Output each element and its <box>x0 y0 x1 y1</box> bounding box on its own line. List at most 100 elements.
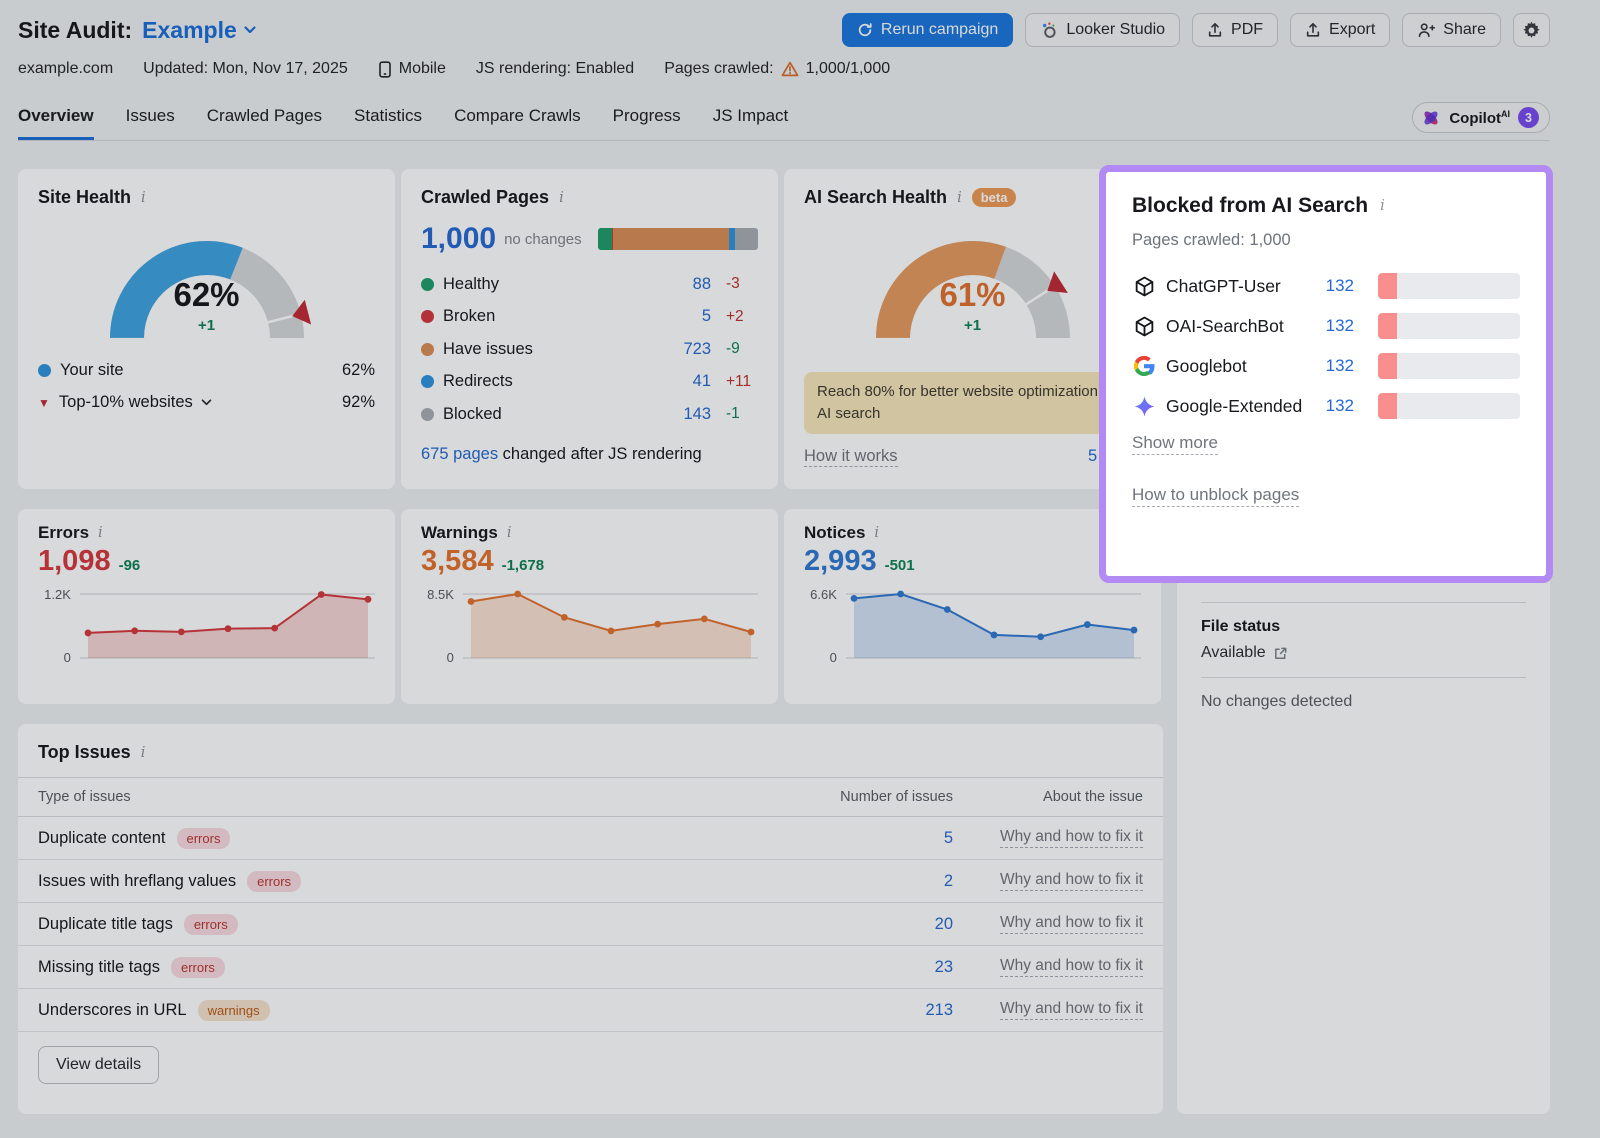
divider <box>1201 677 1526 678</box>
why-how-to-fix-link[interactable]: Why and how to fix it <box>1000 828 1143 848</box>
tab-issues[interactable]: Issues <box>126 102 175 140</box>
view-details-button[interactable]: View details <box>38 1046 159 1084</box>
errors-card: Errorsi1,098-961.2K0 <box>18 509 395 704</box>
legend-value: 92% <box>342 393 375 412</box>
why-how-to-fix-link[interactable]: Why and how to fix it <box>1000 957 1143 977</box>
info-icon[interactable]: i <box>139 745 148 761</box>
looker-studio-button[interactable]: Looker Studio <box>1025 13 1180 47</box>
issue-name: Missing title tags <box>38 958 160 977</box>
blocked-pages-bar <box>1378 313 1520 339</box>
updated-date: Updated: Mon, Nov 17, 2025 <box>143 60 348 78</box>
info-icon[interactable]: i <box>1378 198 1387 214</box>
pages-changed-link[interactable]: 675 pages <box>421 445 498 463</box>
crawled-count-link[interactable]: 723 <box>669 340 711 359</box>
crawled-count-link[interactable]: 41 <box>669 372 711 391</box>
issue-count-link[interactable]: 213 <box>833 1001 953 1020</box>
issue-count-link[interactable]: 2 <box>833 872 953 891</box>
stacked-bar-segment <box>598 228 612 250</box>
info-icon[interactable]: i <box>557 190 566 206</box>
y-axis-zero-label: 0 <box>830 650 837 665</box>
looker-studio-icon <box>1040 21 1058 39</box>
blocked-count-link[interactable]: 132 <box>1326 316 1354 336</box>
blocked-count-link[interactable]: 132 <box>1326 396 1354 416</box>
site-health-delta: +1 <box>87 317 327 334</box>
rerun-campaign-button[interactable]: Rerun campaign <box>842 13 1013 47</box>
blocked-bot-row: OAI-SearchBot132 <box>1132 306 1520 346</box>
info-icon[interactable]: i <box>872 525 881 541</box>
blocked-bot-row: Googlebot132 <box>1132 346 1520 386</box>
top-issue-row: Issues with hreflang valueserrors2Why an… <box>18 860 1163 903</box>
warning-icon <box>781 61 799 77</box>
external-link-icon[interactable] <box>1273 646 1288 661</box>
campaign-meta-row: example.com Updated: Mon, Nov 17, 2025 M… <box>18 58 1550 80</box>
crawled-pages-row: Redirects41+11 <box>421 366 758 399</box>
errors-delta: -96 <box>119 557 141 574</box>
tab-crawled-pages[interactable]: Crawled Pages <box>207 102 322 140</box>
tabs-bar: Overview Issues Crawled Pages Statistics Com… <box>18 102 1550 141</box>
crawled-count-link[interactable]: 5 <box>669 307 711 326</box>
how-it-works-link[interactable]: How it works <box>804 447 898 467</box>
tab-overview[interactable]: Overview <box>18 102 94 140</box>
issue-count-link[interactable]: 23 <box>833 958 953 977</box>
blocked-count-link[interactable]: 132 <box>1326 356 1354 376</box>
mobile-icon <box>378 61 392 78</box>
bot-name: Google-Extended <box>1166 396 1302 417</box>
warnings-card: Warningsi3,584-1,6788.5K0 <box>401 509 778 704</box>
copilot-button[interactable]: CopilotAI 3 <box>1412 102 1550 133</box>
blocked-from-ai-search-card: Blocked from AI Search i Pages crawled: … <box>1099 165 1553 583</box>
settings-button[interactable] <box>1513 13 1550 47</box>
site-audit-page: Site Audit: Example Rerun campaign Looke… <box>0 0 1600 1138</box>
crawled-delta: -9 <box>720 340 758 358</box>
your-site-dot-icon <box>38 364 51 377</box>
tab-statistics[interactable]: Statistics <box>354 102 422 140</box>
status-dot-icon <box>421 343 434 356</box>
tab-progress[interactable]: Progress <box>613 102 681 140</box>
site-health-value: 62% <box>87 276 327 314</box>
issues-col-type: Type of issues <box>38 789 833 805</box>
pdf-button[interactable]: PDF <box>1192 13 1278 47</box>
why-how-to-fix-link[interactable]: Why and how to fix it <box>1000 914 1143 934</box>
blocked-bot-row: Google-Extended 132 <box>1132 386 1520 426</box>
upload-icon <box>1305 22 1321 38</box>
errors-trend-chart <box>80 582 375 670</box>
gemini-icon <box>1132 394 1156 418</box>
info-icon[interactable]: i <box>139 190 148 206</box>
crawled-delta: -1 <box>720 405 758 423</box>
chevron-down-icon[interactable] <box>201 399 212 406</box>
crawled-count-link[interactable]: 88 <box>669 275 711 294</box>
blocked-pages-bar <box>1378 273 1520 299</box>
issue-count-link[interactable]: 5 <box>833 829 953 848</box>
crawled-pages-row: Healthy88-3 <box>421 268 758 301</box>
crawled-pages-card: Crawled Pages i 1,000 no changes Healthy… <box>401 169 778 489</box>
tab-js-impact[interactable]: JS Impact <box>713 102 789 140</box>
y-axis-zero-label: 0 <box>64 650 71 665</box>
how-to-unblock-link[interactable]: How to unblock pages <box>1132 485 1299 507</box>
site-health-title: Site Health <box>38 187 131 208</box>
blocked-pages-crawled: Pages crawled: 1,000 <box>1132 231 1520 250</box>
why-how-to-fix-link[interactable]: Why and how to fix it <box>1000 871 1143 891</box>
y-axis-max-label: 8.5K <box>427 587 454 602</box>
js-rendering-status: JS rendering: Enabled <box>476 60 634 78</box>
why-how-to-fix-link[interactable]: Why and how to fix it <box>1000 1000 1143 1020</box>
project-selector[interactable]: Example <box>142 17 256 44</box>
divider <box>1201 602 1526 603</box>
show-more-link[interactable]: Show more <box>1132 433 1218 455</box>
crawled-pages-row: Blocked143-1 <box>421 398 758 431</box>
legend-value: 62% <box>342 361 375 380</box>
chevron-down-icon <box>244 26 256 34</box>
blocked-count-link[interactable]: 132 <box>1326 276 1354 296</box>
issue-count-link[interactable]: 20 <box>833 915 953 934</box>
crawled-delta: -3 <box>720 275 758 293</box>
top-issue-row: Missing title tagserrors23Why and how to… <box>18 946 1163 989</box>
share-button[interactable]: Share <box>1402 13 1501 47</box>
crawled-count-link[interactable]: 143 <box>669 405 711 424</box>
export-button[interactable]: Export <box>1290 13 1390 47</box>
info-icon[interactable]: i <box>505 525 514 541</box>
tab-compare-crawls[interactable]: Compare Crawls <box>454 102 581 140</box>
gear-icon <box>1522 21 1541 40</box>
partially-hidden-value: 5 <box>1088 447 1097 466</box>
blocked-pages-bar <box>1378 393 1520 419</box>
info-icon[interactable]: i <box>96 525 105 541</box>
legend-label: Top-10% websites <box>59 393 193 412</box>
info-icon[interactable]: i <box>955 190 964 206</box>
